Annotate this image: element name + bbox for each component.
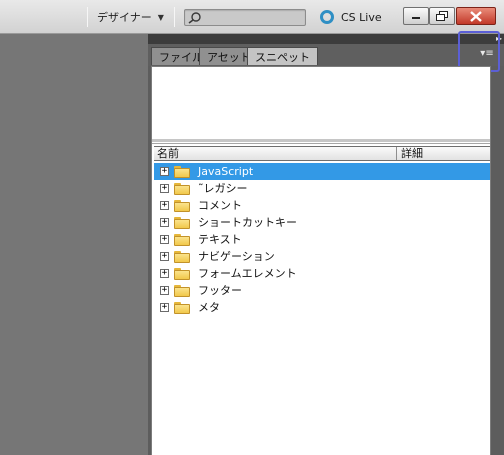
chevron-down-icon: ▼ (157, 12, 164, 22)
cs-live-icon (320, 10, 334, 24)
tree-item-label: ˜レガシー (198, 182, 248, 195)
tree-column-header: 名前 詳細 (154, 146, 490, 161)
minimize-button[interactable] (403, 7, 429, 25)
snippet-preview (152, 67, 490, 139)
folder-icon (174, 183, 190, 195)
folder-icon (174, 234, 190, 246)
search-input[interactable] (184, 9, 306, 26)
tree-item-label: コメント (198, 199, 242, 212)
workspace-label: デザイナー (97, 11, 152, 24)
toolbar-divider (174, 7, 175, 27)
search-icon (188, 12, 201, 24)
tree-row-comment[interactable]: + コメント (154, 197, 490, 214)
folder-icon (174, 200, 190, 212)
tree-row-javascript[interactable]: + JavaScript (154, 163, 490, 180)
tree-item-label: JavaScript (198, 165, 254, 178)
panel-header: ▸▸ (148, 34, 504, 44)
tree-item-label: テキスト (198, 233, 242, 246)
document-area (0, 34, 148, 455)
tree-item-label: メタ (198, 301, 220, 314)
expand-icon[interactable]: + (160, 252, 169, 261)
application-bar: デザイナー ▼ CS Live (0, 0, 504, 34)
tree-row-meta[interactable]: + メタ (154, 299, 490, 316)
close-icon (470, 10, 482, 22)
restore-icon (436, 11, 448, 21)
expand-icon[interactable]: + (160, 167, 169, 176)
expand-icon[interactable]: + (160, 286, 169, 295)
column-name[interactable]: 名前 (154, 147, 397, 160)
pane-splitter[interactable] (152, 139, 490, 142)
tree-row-footer[interactable]: + フッター (154, 282, 490, 299)
tree-row-shortcut-keys[interactable]: + ショートカットキー (154, 214, 490, 231)
folder-icon (174, 302, 190, 314)
expand-icon[interactable]: + (160, 184, 169, 193)
expand-icon[interactable]: + (160, 201, 169, 210)
tree-row-navigation[interactable]: + ナビゲーション (154, 248, 490, 265)
tree-item-label: フォームエレメント (198, 267, 297, 280)
expand-icon[interactable]: + (160, 235, 169, 244)
minimize-icon (412, 17, 420, 19)
expand-icon[interactable]: + (160, 303, 169, 312)
tree-item-label: ナビゲーション (198, 250, 275, 263)
tree-item-label: フッター (198, 284, 242, 297)
toolbar-divider (87, 7, 88, 27)
expand-icon[interactable]: + (160, 218, 169, 227)
tree-row-legacy[interactable]: + ˜レガシー (154, 180, 490, 197)
tree-row-text[interactable]: + テキスト (154, 231, 490, 248)
snippets-panel: 名前 詳細 + JavaScript + ˜レガシー + コメント + ショート… (151, 66, 491, 455)
tab-snippets[interactable]: スニペット (247, 47, 318, 65)
expand-icon[interactable]: + (160, 269, 169, 278)
folder-icon (174, 251, 190, 263)
cs-live-button[interactable]: CS Live (320, 9, 382, 25)
panel-tabstrip: ファイル アセット スニペット (148, 44, 504, 66)
folder-icon (174, 217, 190, 229)
workspace-switcher[interactable]: デザイナー ▼ (97, 9, 164, 25)
close-button[interactable] (456, 7, 496, 25)
folder-icon (174, 268, 190, 280)
snippet-tree: 名前 詳細 + JavaScript + ˜レガシー + コメント + ショート… (152, 143, 490, 455)
column-detail[interactable]: 詳細 (398, 147, 423, 160)
tree-row-form-elements[interactable]: + フォームエレメント (154, 265, 490, 282)
tree-item-label: ショートカットキー (198, 216, 297, 229)
restore-button[interactable] (429, 7, 455, 25)
folder-icon (174, 166, 190, 178)
cs-live-label: CS Live (341, 10, 382, 24)
folder-icon (174, 285, 190, 297)
